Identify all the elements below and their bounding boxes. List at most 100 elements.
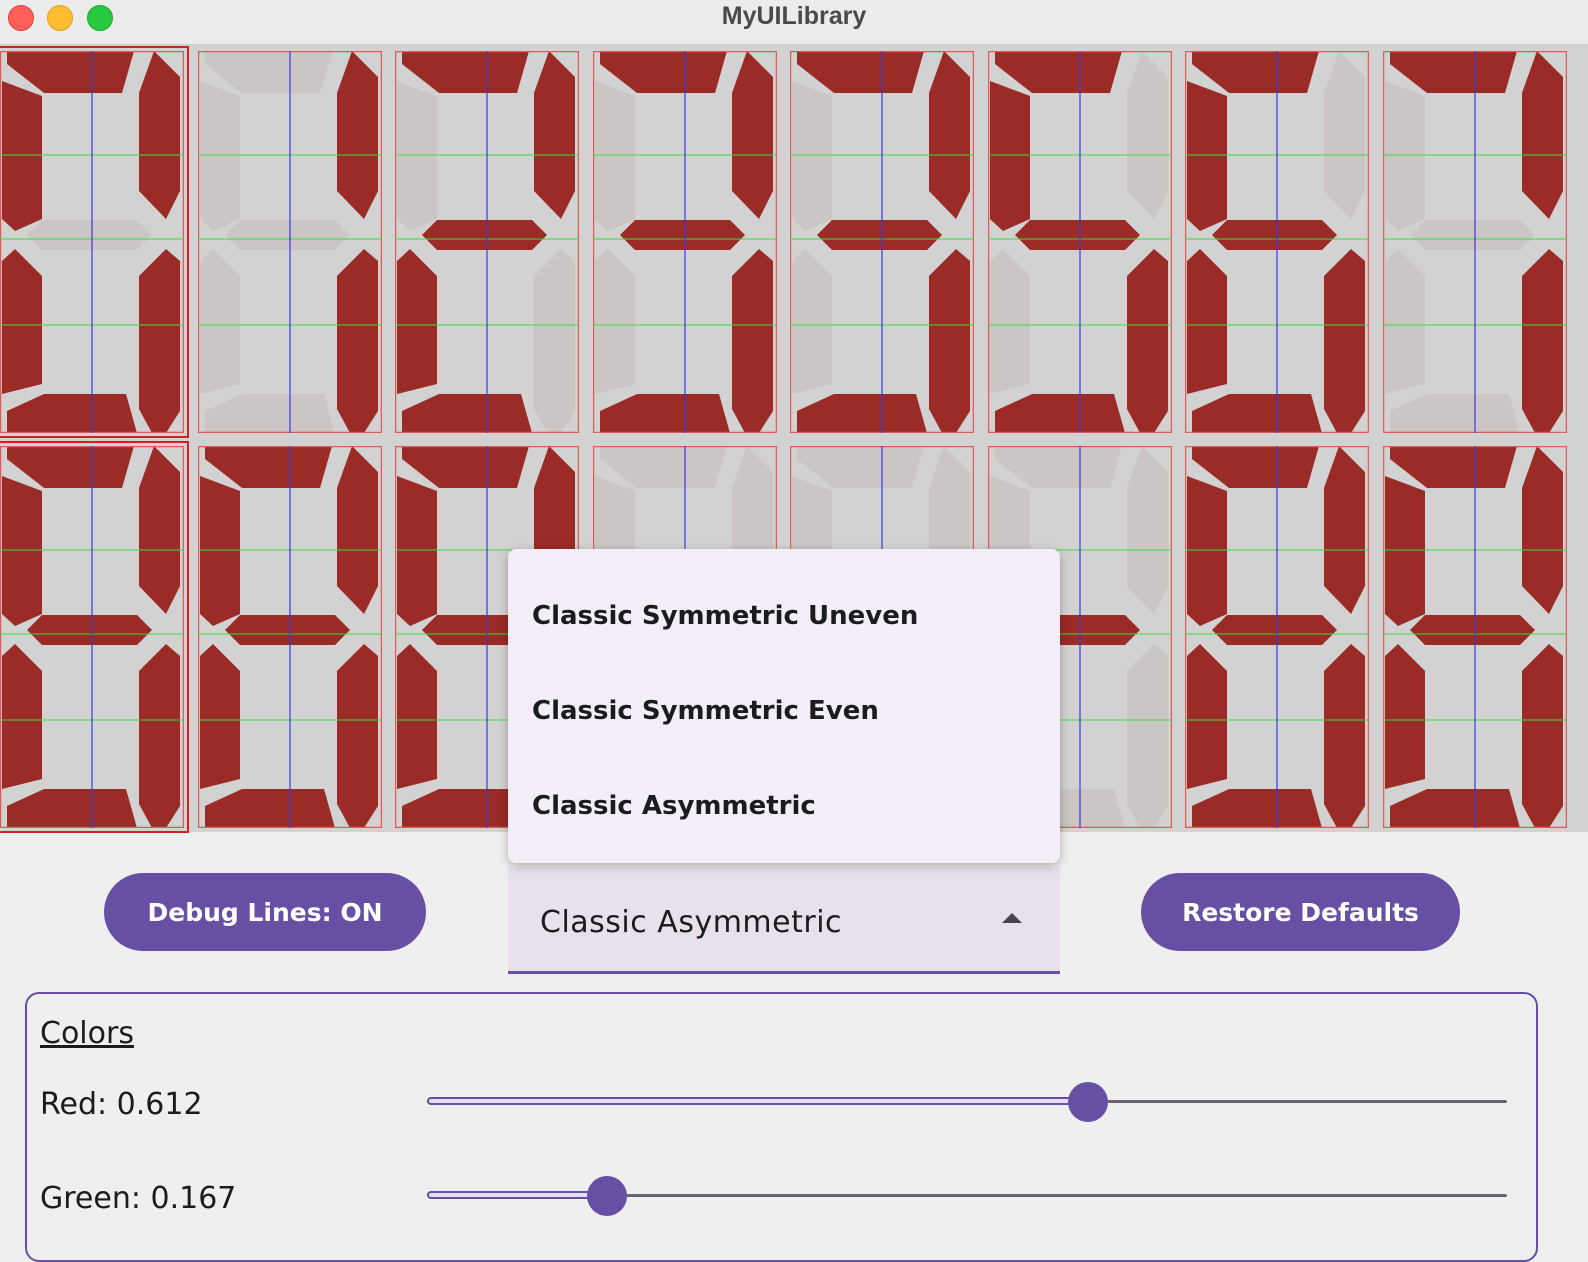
segment-bottom (1390, 789, 1520, 828)
style-select[interactable]: Classic Asymmetric (508, 867, 1060, 974)
segment-top-left (990, 81, 1030, 231)
slider-thumb[interactable] (1067, 1082, 1108, 1122)
segment-bottom (995, 394, 1125, 433)
segment-middle (817, 220, 942, 250)
digit-cell[interactable] (1185, 51, 1369, 433)
segment-top-left (2, 476, 42, 626)
segment-top-left (792, 81, 832, 231)
menu-item-classic-symmetric-even[interactable]: Classic Symmetric Even (508, 663, 1060, 758)
segment-bottom (402, 394, 532, 433)
digit-segments (0, 446, 184, 828)
debug-lines-button[interactable]: Debug Lines: ON (104, 873, 426, 951)
segment-top-right (732, 51, 773, 219)
segment-bottom-right (1522, 644, 1563, 828)
segment-bottom (205, 394, 335, 433)
segment-top (1390, 446, 1517, 488)
segment-bottom-left (1187, 644, 1227, 789)
segment-bottom (7, 789, 137, 828)
segment-bottom-right (1324, 249, 1365, 433)
menu-item-classic-asymmetric[interactable]: Classic Asymmetric (508, 758, 1060, 853)
segment-bottom-right (1522, 249, 1563, 433)
segment-bottom-right (534, 249, 575, 433)
segment-bottom-right (1127, 644, 1168, 828)
window-titlebar: MyUILibrary (0, 0, 1588, 45)
segment-middle (1410, 615, 1535, 645)
digit-cell[interactable] (593, 51, 777, 433)
colors-panel (25, 992, 1538, 1262)
menu-item-label: Classic Symmetric Even (532, 695, 879, 726)
digit-segments (395, 51, 579, 433)
digit-segments (1185, 446, 1369, 828)
digit-segments (988, 51, 1172, 433)
segment-top (1390, 51, 1517, 93)
segment-top-left (1187, 81, 1227, 231)
segment-bottom-left (2, 249, 42, 394)
green-slider[interactable] (427, 1176, 1507, 1216)
segment-bottom-left (397, 249, 437, 394)
segment-top-left (397, 81, 437, 231)
digit-cell[interactable] (1383, 446, 1567, 828)
digit-cell[interactable] (0, 441, 189, 833)
segment-bottom-right (929, 249, 970, 433)
segment-top (1192, 446, 1319, 488)
segment-top (600, 51, 727, 93)
green-slider-label: Green: 0.167 (40, 1181, 237, 1216)
segment-top (1192, 51, 1319, 93)
segment-middle (1410, 220, 1535, 250)
segment-top (995, 51, 1122, 93)
digit-cell[interactable] (0, 46, 189, 438)
segment-top (600, 446, 727, 488)
red-slider-label: Red: 0.612 (40, 1087, 203, 1122)
digit-cell[interactable] (198, 446, 382, 828)
arrow-up-icon[interactable] (1002, 913, 1022, 923)
digit-segments (1383, 446, 1567, 828)
digit-cell[interactable] (198, 51, 382, 433)
segment-top-right (534, 51, 575, 219)
segment-top (205, 51, 332, 93)
segment-bottom-left (792, 249, 832, 394)
slider-thumb[interactable] (587, 1176, 628, 1216)
restore-defaults-button[interactable]: Restore Defaults (1141, 873, 1460, 951)
segment-top-left (1385, 81, 1425, 231)
segment-top-right (1522, 51, 1563, 219)
segment-top-left (595, 81, 635, 231)
red-slider[interactable] (427, 1082, 1507, 1122)
segment-bottom (7, 394, 137, 433)
digit-segments (1383, 51, 1567, 433)
digit-cell[interactable] (988, 51, 1172, 433)
segment-bottom-right (139, 644, 180, 828)
segment-bottom-right (337, 644, 378, 828)
segment-bottom-right (1324, 644, 1365, 828)
segment-top-left (397, 476, 437, 626)
segment-middle (27, 220, 152, 250)
digit-cell[interactable] (790, 51, 974, 433)
digit-cell[interactable] (1185, 446, 1369, 828)
segment-middle (1212, 220, 1337, 250)
segment-top-left (2, 81, 42, 231)
segment-bottom (1192, 394, 1322, 433)
segment-bottom (1390, 394, 1520, 433)
segment-bottom (205, 789, 335, 828)
segment-top (205, 446, 332, 488)
digit-cell[interactable] (395, 51, 579, 433)
menu-item-classic-symmetric-uneven[interactable]: Classic Symmetric Uneven (508, 568, 1060, 663)
segment-top-left (200, 476, 240, 626)
window-title: MyUILibrary (721, 2, 867, 30)
segment-middle (1015, 220, 1140, 250)
segment-top (995, 446, 1122, 488)
colors-panel-title: Colors (40, 1016, 134, 1051)
segment-bottom-left (1385, 249, 1425, 394)
segment-top (402, 446, 529, 488)
segment-top-left (1385, 476, 1425, 626)
segment-bottom (1192, 789, 1322, 828)
segment-top-right (1127, 51, 1168, 219)
style-dropdown-menu: Classic Symmetric Uneven Classic Symmetr… (508, 549, 1060, 863)
digit-segments (790, 51, 974, 433)
segment-middle (1212, 615, 1337, 645)
slider-active-track (427, 1191, 608, 1199)
segment-top-right (929, 51, 970, 219)
segment-middle (225, 615, 350, 645)
digit-cell[interactable] (1383, 51, 1567, 433)
segment-top-left (200, 81, 240, 231)
segment-top-right (139, 51, 180, 219)
